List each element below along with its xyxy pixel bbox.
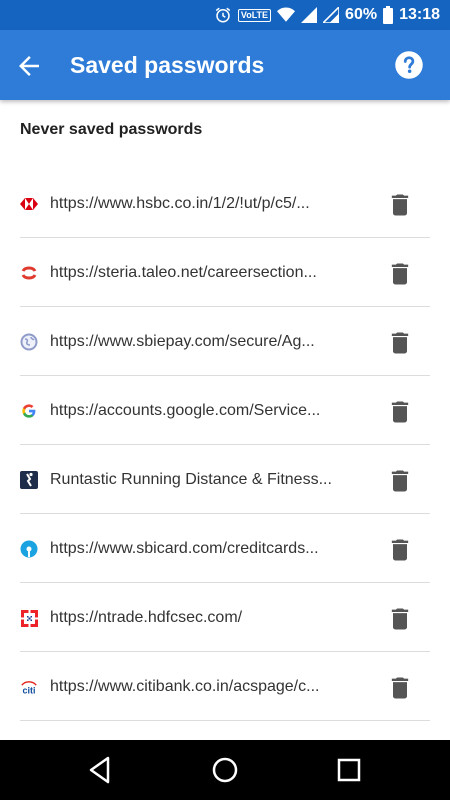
list-item[interactable]: https://accounts.google.com/Service... [0,376,450,445]
delete-icon[interactable] [386,260,414,288]
nav-home-icon[interactable] [211,756,239,784]
battery-percent: 60% [345,6,378,23]
page-title: Saved passwords [70,52,265,78]
delete-icon[interactable] [386,329,414,357]
delete-icon[interactable] [386,674,414,702]
status-icons: VoLTE 60% 13:18 [214,0,440,30]
list-item[interactable]: https://steria.taleo.net/careersection..… [0,238,450,307]
runtastic-favicon [20,471,38,489]
list-item[interactable]: https://ntrade.hdfcsec.com/ [0,583,450,652]
list-item-label: https://www.sbiepay.com/secure/Ag... [50,333,315,350]
clock: 13:18 [399,6,440,23]
app-bar: Saved passwords [0,30,450,100]
section-heading: Never saved passwords [20,121,203,138]
nav-recents-icon[interactable] [337,758,361,782]
divider [20,720,430,721]
battery-icon [383,6,394,24]
alarm-icon [215,7,231,23]
status-bar: VoLTE 60% 13:18 [0,0,450,30]
delete-icon[interactable] [386,398,414,426]
wifi-icon [277,7,296,22]
google-favicon [20,402,38,420]
never-saved-list: https://www.hsbc.co.in/1/2/!ut/p/c5/... … [0,169,450,721]
list-item[interactable]: https://www.sbicard.com/creditcards... [0,514,450,583]
list-item[interactable]: Runtastic Running Distance & Fitness... [0,445,450,514]
sbi-favicon [20,540,38,558]
signal-2-icon [323,7,340,23]
list-item-label: https://www.sbicard.com/creditcards... [50,540,319,557]
list-item-label: https://accounts.google.com/Service... [50,402,321,419]
delete-icon[interactable] [386,191,414,219]
list-item-label: Runtastic Running Distance & Fitness... [50,471,332,488]
help-icon[interactable] [394,50,424,80]
citi-favicon: citi [20,678,38,696]
list-item[interactable]: https://www.sbiepay.com/secure/Ag... [0,307,450,376]
svg-text:citi: citi [22,685,35,695]
signal-icon [301,7,318,23]
arrow-back-icon[interactable] [14,51,44,81]
delete-icon[interactable] [386,536,414,564]
delete-icon[interactable] [386,605,414,633]
list-item-label: https://www.citibank.co.in/acspage/c... [50,678,320,695]
taleo-favicon [20,264,38,282]
list-item[interactable]: citi https://www.citibank.co.in/acspage/… [0,652,450,721]
list-item-label: https://steria.taleo.net/careersection..… [50,264,317,281]
nav-back-icon[interactable] [87,755,113,785]
globe-favicon [20,333,38,351]
hsbc-favicon [20,195,38,213]
list-item-label: https://www.hsbc.co.in/1/2/!ut/p/c5/... [50,195,310,212]
system-nav-bar [0,740,450,800]
list-item-label: https://ntrade.hdfcsec.com/ [50,609,243,626]
volte-badge: VoLTE [237,8,272,22]
list-item[interactable]: https://www.hsbc.co.in/1/2/!ut/p/c5/... [0,169,450,238]
delete-icon[interactable] [386,467,414,495]
hdfc-favicon [20,609,38,627]
